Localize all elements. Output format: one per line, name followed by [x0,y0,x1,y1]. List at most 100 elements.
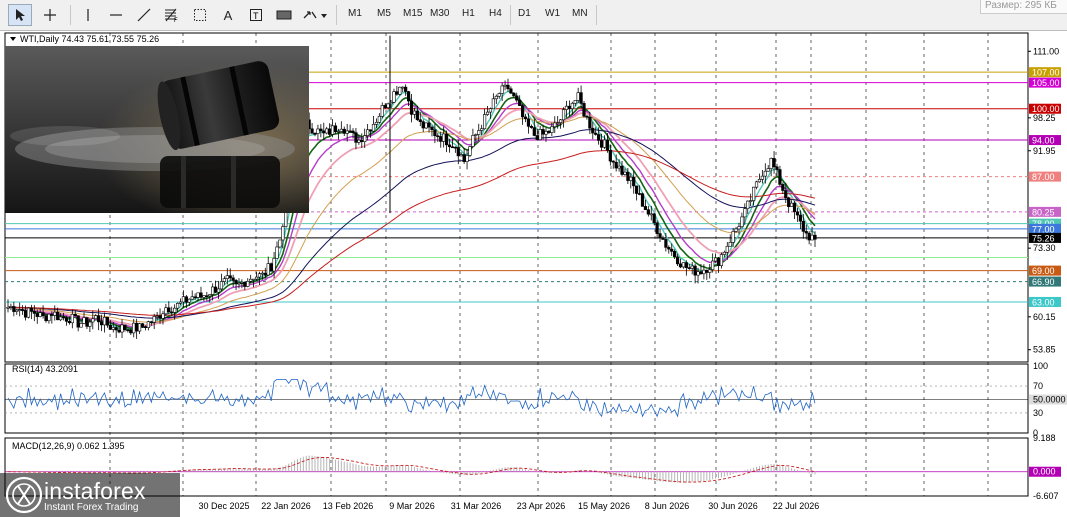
candle-body [582,103,586,117]
candle-body [646,209,650,215]
timeframe-m5[interactable]: M5 [377,8,391,19]
timeframe-m1[interactable]: M1 [348,8,362,19]
timeframe-m30[interactable]: M30 [430,8,449,19]
trend-line-icon[interactable] [132,4,156,26]
candle-body [231,277,235,281]
candle-body [684,262,688,268]
candle-body [766,168,770,172]
candle-body [85,317,89,327]
candle-body [158,315,162,319]
rectangle-icon[interactable] [272,4,296,26]
candle-body [424,122,428,129]
crosshair-icon[interactable] [38,4,62,26]
timeframe-h1[interactable]: H1 [462,8,475,19]
candle-body [336,131,341,133]
candle-body [538,129,542,141]
timeframe-m15[interactable]: M15 [403,8,422,19]
candle-body [702,269,706,275]
toolbar: F A T M1 M5 M15 M30 H1 H4 D1 W1 MN [0,0,1067,31]
text-icon[interactable]: A [216,4,240,26]
candle-body [667,247,671,250]
size-label: Размер: 295 КБ [980,0,1067,14]
candle-body [547,131,551,133]
candle-body [433,129,437,137]
candle-body [167,307,171,313]
candle-body [737,226,741,230]
candle-body [465,155,469,162]
level-price-label: 107.00 [1032,68,1060,78]
timeframe-d1[interactable]: D1 [518,8,531,19]
timeframe-h4[interactable]: H4 [489,8,502,19]
candle-body [234,280,238,284]
candle-body [678,263,683,268]
candle-body [155,315,159,318]
candle-body [681,262,686,268]
candle-body [561,109,566,121]
candle-body [73,314,77,316]
candle-body [404,86,408,92]
x-tick-label: 23 Apr 2026 [517,501,566,511]
candle-body [696,271,700,276]
macd-tick-label: 9.188 [1033,433,1056,443]
candle-body [444,133,449,146]
candle-body [26,307,31,318]
x-tick-label: 31 Mar 2026 [451,501,502,511]
candle-body [363,135,367,143]
timeframe-mn[interactable]: MN [572,8,588,19]
candle-body [41,312,45,317]
candle-body [556,122,560,124]
candle-body [29,307,33,312]
candle-body [512,92,516,97]
candle-body [693,265,697,276]
arrows-icon[interactable] [300,4,330,26]
candle-body [269,263,273,272]
candle-body [769,158,773,169]
candle-body [313,133,317,135]
horizontal-line-icon[interactable] [104,4,128,26]
timeframe-w1[interactable]: W1 [545,8,560,19]
level-price-label: 66.90 [1032,277,1055,287]
candle-body [415,110,419,121]
rsi-tick-label: 30 [1033,408,1043,418]
candle-body [328,128,332,135]
candle-body [711,260,715,270]
candle-body [599,140,604,148]
candle-body [368,129,373,132]
candle-body [181,296,186,303]
candle-body [398,86,402,95]
cursor-icon[interactable] [8,4,32,26]
level-price-label: 69.00 [1032,266,1055,276]
candle-body [705,269,709,273]
candle-body [9,306,13,308]
candle-body [21,309,25,311]
candle-body [38,312,42,317]
candle-body [339,128,343,132]
channel-icon[interactable] [188,4,212,26]
candle-body [35,313,39,317]
candle-body [240,281,244,284]
rsi-tick-label: 50.0000 [1033,395,1066,405]
candle-body [126,329,130,332]
candle-body [427,122,431,128]
candle-body [453,146,457,149]
candle-body [608,150,612,162]
candle-body [713,257,718,262]
vertical-line-icon[interactable] [76,4,100,26]
candle-body [567,105,571,109]
candle-body [722,251,726,255]
candle-body [541,129,545,135]
candle-body [243,281,247,287]
fibonacci-icon[interactable]: F [160,4,184,26]
label-icon[interactable]: T [244,4,268,26]
candle-body [439,136,443,142]
candle-body [102,316,107,326]
candle-body [550,126,554,133]
candle-body [503,84,507,87]
y-tick-label: 111.00 [1033,46,1059,56]
candle-body [544,131,548,135]
candle-body [515,95,519,101]
candle-body [804,231,808,234]
candle-body [316,128,320,134]
candle-body [673,251,677,258]
x-tick-label: 22 Jul 2026 [773,501,820,511]
